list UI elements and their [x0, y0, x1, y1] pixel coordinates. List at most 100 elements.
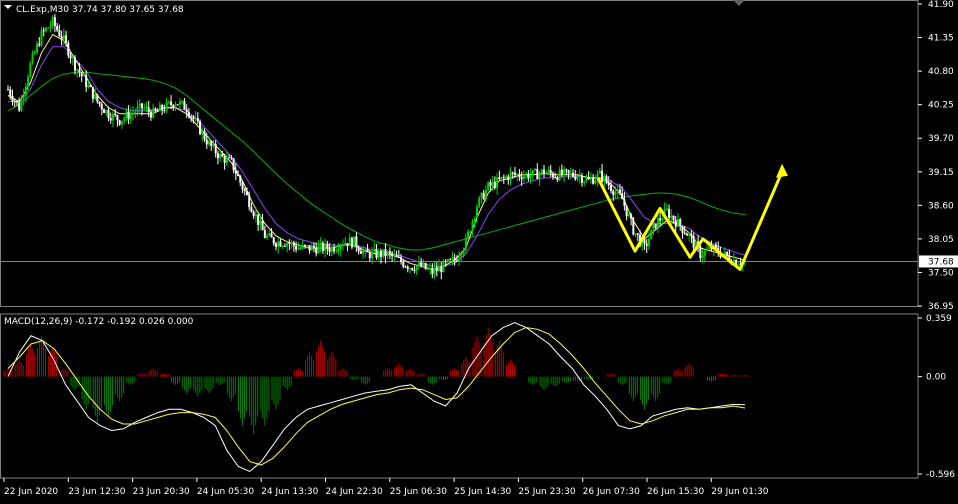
symbol-label: CL.Exp,M30	[16, 5, 69, 15]
candle-body	[286, 242, 289, 247]
candle-body	[661, 218, 664, 221]
candle-body	[545, 172, 548, 175]
candle-body	[230, 157, 233, 159]
time-tick-label: 24 Jun 22:30	[326, 487, 383, 497]
time-tick-label: 23 Jun 12:30	[68, 487, 125, 497]
candle-body	[170, 101, 173, 105]
candle-body	[462, 249, 465, 255]
candle-body	[440, 266, 443, 273]
candle-body	[424, 263, 427, 269]
candle-body	[476, 206, 478, 219]
time-tick-label: 26 Jun 15:30	[647, 487, 704, 497]
candle-body	[404, 266, 407, 268]
macd-line	[7, 322, 746, 472]
candle-body	[574, 176, 577, 180]
candle-body	[647, 239, 650, 246]
chart-canvas[interactable]: 41.90 41.35 40.80 40.25 39.70 39.15 38.60 38.05…	[0, 0, 958, 500]
candle-body	[208, 141, 210, 145]
chevron-down-icon[interactable]	[4, 5, 12, 9]
candle-body	[446, 259, 449, 262]
candle-body	[373, 249, 376, 252]
candle-body	[266, 235, 269, 238]
candle-body	[67, 42, 70, 56]
candle-body	[118, 120, 121, 125]
signal-line	[7, 327, 746, 466]
candle-body	[339, 245, 342, 250]
candle-body	[241, 182, 244, 190]
candle-body	[520, 177, 523, 180]
candle-body	[304, 244, 307, 246]
candle-body	[190, 116, 193, 118]
candle-body	[558, 169, 561, 181]
candle-body	[234, 170, 237, 175]
candle-body	[645, 243, 648, 246]
candle-body	[107, 110, 110, 119]
candle-body	[525, 173, 528, 176]
candle-body	[178, 101, 181, 105]
candle-body	[522, 175, 525, 180]
candle-body	[221, 153, 224, 157]
candle-body	[355, 236, 358, 248]
time-tick-label: 25 Jun 06:30	[390, 487, 447, 497]
candle-body	[279, 241, 282, 247]
candle-body	[239, 176, 242, 183]
candle-body	[415, 266, 418, 271]
candle-body	[71, 57, 74, 59]
time-tick-label: 23 Jun 20:30	[133, 487, 190, 497]
time-tick-label: 25 Jun 14:30	[454, 487, 511, 497]
candle-body	[261, 220, 264, 231]
trading-chart-window[interactable]: 41.90 41.35 40.80 40.25 39.70 39.15 38.60 38.05…	[0, 0, 958, 500]
candle-body	[377, 250, 380, 258]
candle-body	[563, 169, 566, 176]
candle-body	[471, 221, 474, 232]
candle-body	[708, 246, 711, 249]
price-tick-label: 37.50	[928, 268, 954, 278]
time-axis: 22 Jun 2020 23 Jun 12:30 23 Jun 20:30 24 Ju…	[3, 478, 769, 497]
price-tick-label: 41.35	[928, 34, 954, 44]
shift-marker-icon[interactable]	[733, 0, 745, 6]
candle-body	[78, 69, 81, 73]
chart-frame	[0, 0, 919, 479]
candle-body	[692, 236, 695, 248]
candle-body	[141, 103, 143, 109]
candle-body	[143, 108, 146, 110]
candle-body	[672, 215, 675, 221]
candle-body	[201, 130, 204, 135]
candle-body	[685, 233, 688, 236]
candle-body	[203, 130, 206, 140]
candle-body	[580, 175, 583, 183]
candle-body	[317, 245, 320, 254]
candle-body	[433, 268, 436, 275]
candle-body	[536, 169, 539, 179]
candle-body	[344, 243, 347, 245]
candle-body	[80, 72, 83, 77]
candle-body	[167, 101, 170, 103]
candle-body	[665, 208, 668, 210]
candle-body	[292, 242, 295, 246]
candle-body	[400, 257, 403, 262]
candle-body	[569, 172, 572, 174]
candle-body	[100, 104, 103, 110]
candle-body	[650, 229, 653, 240]
candle-body	[181, 100, 184, 102]
candle-body	[603, 176, 606, 182]
candle-body	[643, 239, 646, 244]
time-tick-label: 24 Jun 05:30	[197, 487, 254, 497]
candle-body	[464, 237, 467, 250]
candle-body	[554, 177, 557, 179]
candle-body	[607, 182, 610, 186]
price-tick-label: 41.90	[928, 0, 954, 10]
candle-body	[297, 248, 300, 250]
candle-body	[321, 242, 324, 252]
candle-body	[411, 268, 414, 270]
time-tick-label: 25 Jun 23:30	[518, 487, 575, 497]
candle-body	[324, 243, 327, 252]
candle-body	[592, 178, 595, 184]
candle-body	[212, 144, 215, 146]
candle-body	[248, 195, 251, 208]
candle-body	[76, 69, 79, 71]
candle-body	[288, 242, 291, 244]
candle-body	[679, 219, 682, 227]
candle-body	[455, 260, 458, 262]
candle-body	[482, 192, 485, 200]
